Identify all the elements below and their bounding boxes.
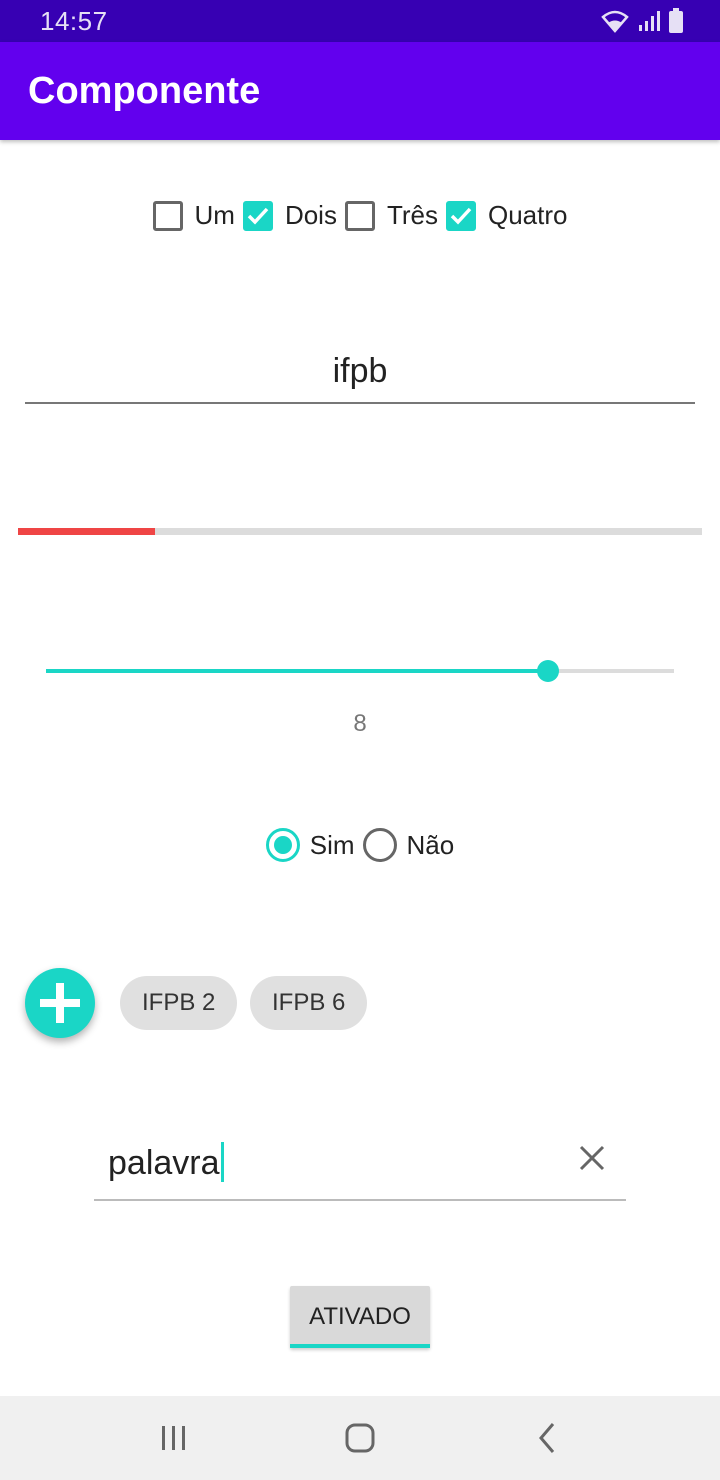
battery-icon bbox=[669, 8, 683, 33]
radio-dot bbox=[273, 836, 292, 854]
checkbox-quatro[interactable]: Quatro bbox=[446, 200, 568, 231]
radio-circle[interactable] bbox=[265, 828, 300, 862]
checkbox-box[interactable] bbox=[242, 200, 273, 231]
checkbox-tres[interactable]: Três bbox=[344, 200, 438, 231]
home-icon[interactable] bbox=[340, 1418, 380, 1458]
text-cursor bbox=[220, 1142, 224, 1182]
checkbox-label: Quatro bbox=[488, 200, 568, 230]
radio-circle[interactable] bbox=[362, 828, 397, 862]
slider-thumb[interactable] bbox=[537, 660, 560, 682]
toggle-button[interactable]: ATIVADO bbox=[290, 1286, 430, 1348]
radio-sim[interactable]: Sim bbox=[265, 828, 355, 862]
checkbox-group: Um Dois Três Quatro bbox=[0, 200, 720, 231]
radio-label: Sim bbox=[309, 829, 355, 860]
checkbox-box[interactable] bbox=[344, 200, 375, 231]
search-field[interactable]: palavra bbox=[94, 1130, 626, 1201]
chip[interactable]: IFPB 6 bbox=[250, 976, 368, 1030]
toggle-indicator bbox=[290, 1344, 430, 1348]
seek-bar[interactable] bbox=[46, 650, 674, 690]
add-fab-button[interactable] bbox=[25, 968, 95, 1038]
radio-nao[interactable]: Não bbox=[362, 828, 455, 862]
close-icon[interactable] bbox=[576, 1142, 608, 1174]
checkbox-label: Um bbox=[194, 200, 235, 230]
signal-icon bbox=[639, 11, 660, 31]
progress-fill bbox=[18, 528, 155, 535]
app-bar: Componente bbox=[0, 42, 720, 140]
status-time: 14:57 bbox=[40, 6, 108, 36]
checkbox-box[interactable] bbox=[152, 200, 183, 231]
plus-icon bbox=[40, 983, 80, 1023]
chip[interactable]: IFPB 2 bbox=[120, 976, 238, 1030]
recent-apps-icon[interactable] bbox=[154, 1418, 194, 1458]
checkbox-box[interactable] bbox=[446, 200, 476, 231]
checkbox-um[interactable]: Um bbox=[152, 200, 235, 231]
checkbox-label: Três bbox=[386, 200, 438, 230]
radio-label: Não bbox=[406, 829, 455, 860]
radio-group: Sim Não bbox=[0, 828, 720, 862]
progress-bar bbox=[18, 528, 702, 535]
app-title: Componente bbox=[28, 70, 261, 112]
search-value: palavra bbox=[108, 1144, 220, 1182]
status-icons bbox=[600, 8, 684, 34]
text-field[interactable]: ifpb bbox=[25, 352, 695, 404]
slider-value-label: 8 bbox=[353, 710, 367, 737]
check-icon bbox=[247, 207, 269, 225]
text-field-value: ifpb bbox=[332, 352, 388, 390]
search-input-text[interactable]: palavra bbox=[108, 1142, 224, 1183]
navigation-bar bbox=[0, 1396, 720, 1480]
slider-fill bbox=[46, 669, 549, 673]
checkbox-label: Dois bbox=[284, 200, 337, 230]
checkbox-dois[interactable]: Dois bbox=[242, 200, 337, 231]
check-icon bbox=[450, 207, 472, 225]
toggle-button-label: ATIVADO bbox=[309, 1303, 411, 1330]
back-icon[interactable] bbox=[528, 1418, 568, 1458]
wifi-icon bbox=[601, 10, 629, 33]
status-bar: 14:57 bbox=[0, 0, 720, 42]
